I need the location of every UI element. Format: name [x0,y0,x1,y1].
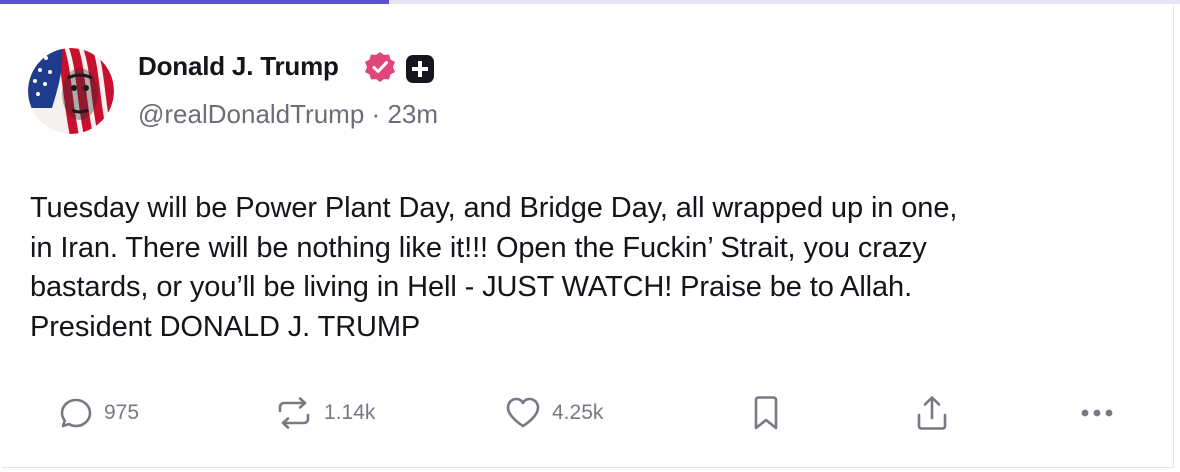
post-body: Tuesday will be Power Plant Day, and Bri… [30,189,1140,347]
author-handle[interactable]: @realDonaldTrump [138,99,364,129]
plus-member-icon [406,55,434,83]
meta-separator: · [371,99,381,129]
avatar[interactable] [28,48,114,134]
post-page: Donald J. Trump @realDonaldTrump · 23m T… [0,0,1180,472]
repost-button[interactable]: 1.14k [274,386,375,440]
repost-icon [278,397,310,429]
bookmark-button[interactable] [750,386,782,440]
post-body-line: in Iran. There will be nothing like it!!… [30,231,927,264]
author-display-name[interactable]: Donald J. Trump [138,51,339,82]
more-options-button[interactable] [1076,386,1118,440]
verified-badge-icon [365,52,395,82]
loading-progress-fill [0,0,390,4]
post-card: Donald J. Trump @realDonaldTrump · 23m T… [2,6,1174,468]
reply-icon [60,398,92,428]
post-timestamp[interactable]: 23m [387,99,438,129]
post-body-line: Tuesday will be Power Plant Day, and Bri… [30,192,958,224]
more-dots-icon [1081,409,1113,417]
post-body-line: President DONALD J. TRUMP [30,310,421,343]
loading-progress-bar [0,0,1180,4]
heart-icon [506,397,540,428]
like-button[interactable]: 4.25k [504,386,603,440]
bookmark-icon [754,396,778,430]
post-body-line: bastards, or you’ll be living in Hell - … [30,271,913,303]
post-action-bar: 975 1.14k 4.25k [2,386,1174,440]
reply-button[interactable]: 975 [58,386,139,440]
share-button[interactable] [914,386,950,440]
author-meta: @realDonaldTrump · 23m [138,99,438,130]
avatar-image [28,48,114,134]
share-icon [917,396,947,430]
like-count: 4.25k [552,401,604,424]
reply-count: 975 [104,401,140,424]
repost-count: 1.14k [324,401,376,424]
